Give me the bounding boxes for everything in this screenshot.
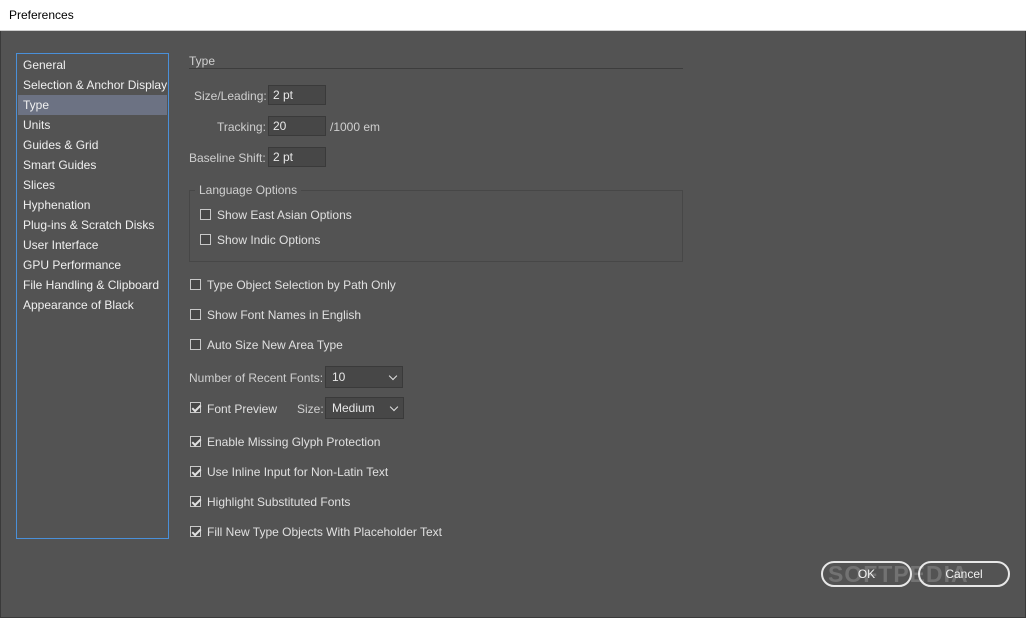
show-east-asian-checkbox[interactable] (200, 209, 211, 220)
preferences-category-list[interactable]: General Selection & Anchor Display Type … (16, 53, 169, 539)
auto-size-area-type-label[interactable]: Auto Size New Area Type (207, 338, 343, 352)
sidebar-item-selection-anchor-display[interactable]: Selection & Anchor Display (18, 75, 167, 95)
recent-fonts-label: Number of Recent Fonts: (189, 371, 324, 385)
sidebar-item-hyphenation[interactable]: Hyphenation (18, 195, 167, 215)
font-preview-checkbox[interactable] (190, 402, 201, 413)
font-preview-label[interactable]: Font Preview (207, 402, 277, 416)
sidebar-item-general[interactable]: General (18, 55, 167, 75)
window-title: Preferences (9, 8, 74, 22)
sidebar-item-file-handling-clipboard[interactable]: File Handling & Clipboard (18, 275, 167, 295)
type-object-selection-checkbox[interactable] (190, 279, 201, 290)
tracking-input[interactable] (268, 116, 326, 136)
sidebar-item-slices[interactable]: Slices (18, 175, 167, 195)
chevron-down-icon (389, 402, 399, 412)
sidebar-item-appearance-of-black[interactable]: Appearance of Black (18, 295, 167, 315)
section-divider (189, 68, 683, 69)
type-object-selection-label[interactable]: Type Object Selection by Path Only (207, 278, 396, 292)
chevron-down-icon (388, 371, 398, 381)
size-leading-label: Size/Leading: (194, 89, 267, 103)
highlight-substituted-checkbox[interactable] (190, 496, 201, 507)
font-preview-size-select[interactable]: Medium (325, 397, 404, 419)
sidebar-item-guides-grid[interactable]: Guides & Grid (18, 135, 167, 155)
sidebar-item-gpu-performance[interactable]: GPU Performance (18, 255, 167, 275)
recent-fonts-select[interactable]: 10 (325, 366, 403, 388)
placeholder-text-label[interactable]: Fill New Type Objects With Placeholder T… (207, 525, 442, 539)
missing-glyph-checkbox[interactable] (190, 436, 201, 447)
tracking-label: Tracking: (217, 120, 266, 134)
missing-glyph-label[interactable]: Enable Missing Glyph Protection (207, 435, 380, 449)
baseline-shift-label: Baseline Shift: (189, 151, 266, 165)
size-leading-input[interactable] (268, 85, 326, 105)
sidebar-item-plugins-scratch-disks[interactable]: Plug-ins & Scratch Disks (18, 215, 167, 235)
title-bar: Preferences (0, 0, 1026, 31)
sidebar-item-units[interactable]: Units (18, 115, 167, 135)
inline-input-checkbox[interactable] (190, 466, 201, 477)
highlight-substituted-label[interactable]: Highlight Substituted Fonts (207, 495, 350, 509)
tracking-unit: /1000 em (330, 120, 381, 134)
baseline-shift-input[interactable] (268, 147, 326, 167)
inline-input-label[interactable]: Use Inline Input for Non-Latin Text (207, 465, 388, 479)
show-east-asian-label[interactable]: Show East Asian Options (217, 208, 352, 222)
show-font-names-english-label[interactable]: Show Font Names in English (207, 308, 361, 322)
language-options-title: Language Options (195, 183, 302, 197)
placeholder-text-checkbox[interactable] (190, 526, 201, 537)
recent-fonts-value: 10 (332, 370, 346, 384)
font-preview-size-value: Medium (332, 401, 375, 415)
font-preview-size-label: Size: (297, 402, 324, 416)
language-options-group (189, 190, 683, 262)
show-font-names-english-checkbox[interactable] (190, 309, 201, 320)
sidebar-item-user-interface[interactable]: User Interface (18, 235, 167, 255)
show-indic-label[interactable]: Show Indic Options (217, 233, 320, 247)
sidebar-item-smart-guides[interactable]: Smart Guides (18, 155, 167, 175)
cancel-button[interactable]: Cancel (918, 561, 1010, 587)
ok-button[interactable]: OK (821, 561, 912, 587)
section-title: Type (189, 54, 216, 68)
sidebar-item-type[interactable]: Type (18, 95, 167, 115)
auto-size-area-type-checkbox[interactable] (190, 339, 201, 350)
show-indic-checkbox[interactable] (200, 234, 211, 245)
